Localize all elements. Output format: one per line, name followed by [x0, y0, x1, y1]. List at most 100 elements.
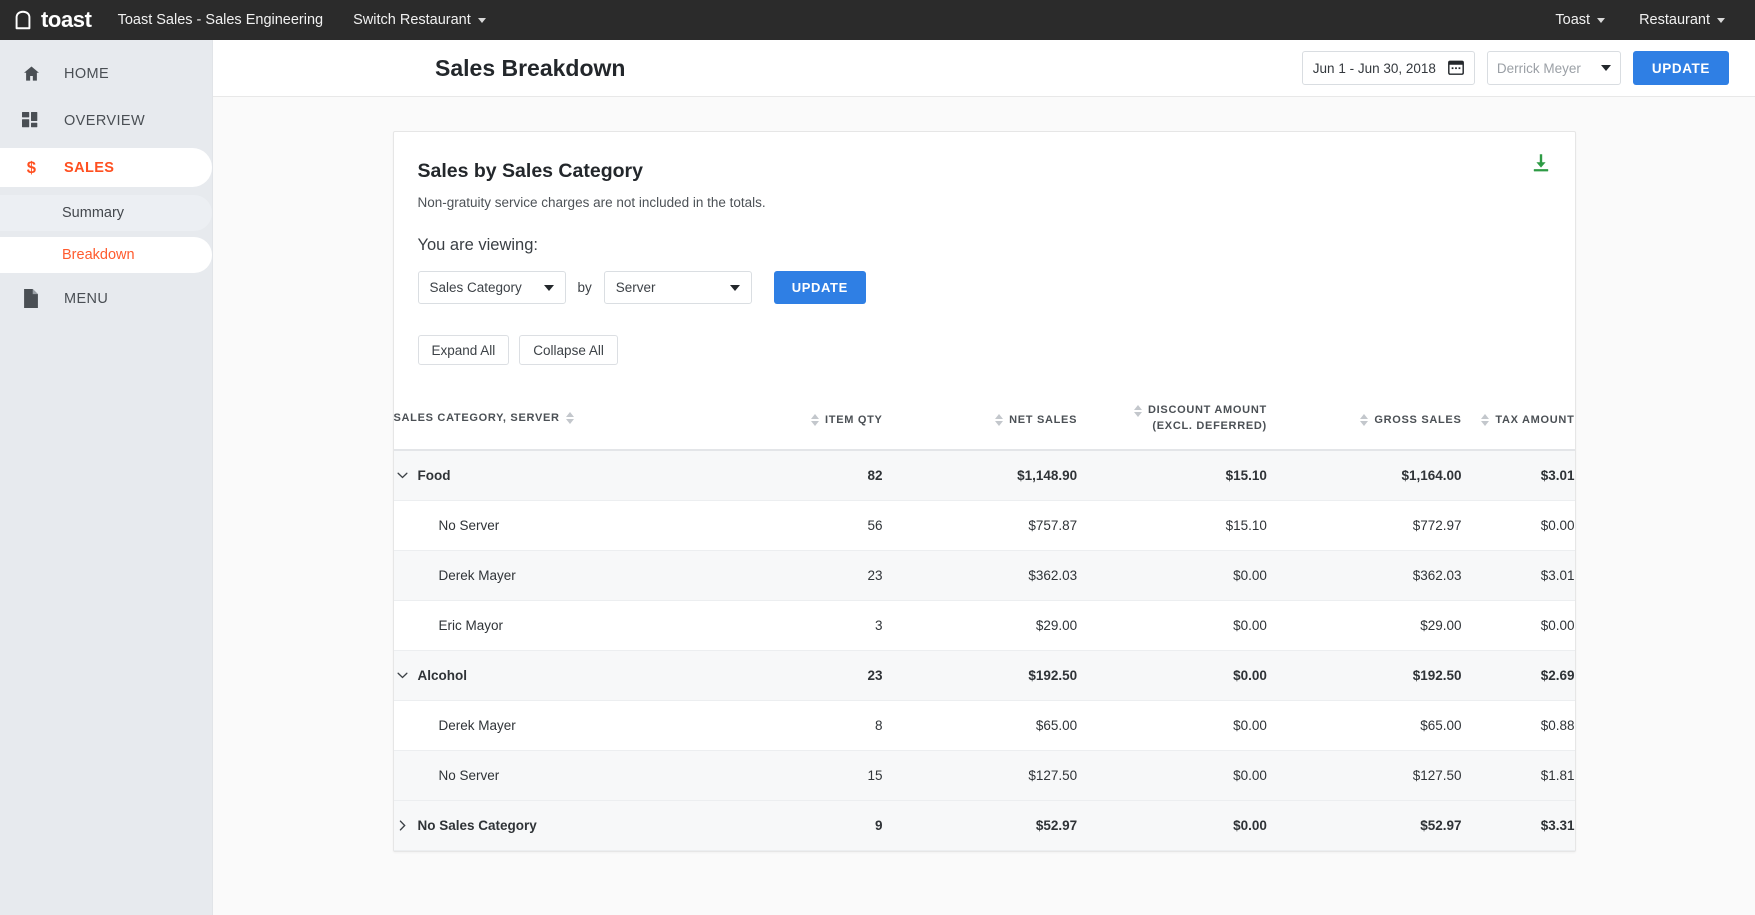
toast-logo[interactable]: toast: [12, 9, 92, 31]
cell-item-qty: 23: [693, 650, 883, 701]
top-navigation-bar: toast Toast Sales - Sales Engineering Sw…: [0, 0, 1755, 40]
sort-icon[interactable]: [1360, 413, 1369, 426]
table-group-row[interactable]: Food 82 $1,148.90 $15.10 $1,164.00 $3.01: [393, 449, 1575, 501]
restaurant-menu[interactable]: Restaurant: [1639, 12, 1725, 28]
cell-tax-amount: $3.01: [1461, 449, 1575, 501]
chevron-down-icon[interactable]: [394, 472, 412, 479]
cell-item-qty: 3: [693, 600, 883, 651]
sidebar-subitem-summary[interactable]: Summary: [0, 195, 212, 231]
cell-tax-amount: $0.88: [1461, 700, 1575, 751]
date-range-picker[interactable]: Jun 1 - Jun 30, 2018: [1301, 51, 1475, 85]
dimension-select[interactable]: Sales Category: [417, 271, 566, 304]
column-header-tax-amount[interactable]: TAX AMOUNT: [1461, 387, 1575, 451]
table-group-row[interactable]: No Sales Category 9 $52.97 $0.00 $52.97 $3.31: [393, 800, 1575, 851]
dollar-icon: $: [22, 158, 46, 177]
row-label: Derek Mayer: [438, 717, 516, 733]
cell-tax-amount: $1.81: [1461, 750, 1575, 801]
chevron-down-icon: [477, 17, 486, 23]
toast-bread-icon: [15, 10, 31, 30]
cell-category-server: Alcohol: [393, 650, 694, 701]
cell-discount-amount: $0.00: [1077, 650, 1267, 701]
collapse-all-button[interactable]: Collapse All: [519, 335, 618, 365]
chevron-down-icon[interactable]: [394, 672, 412, 679]
app-body: HOME OVERVIEW $ SALES Summary Breakdown …: [0, 40, 1755, 915]
sidebar-subitem-label: Breakdown: [62, 247, 135, 263]
cell-gross-sales: $127.50: [1266, 750, 1462, 801]
chevron-right-icon[interactable]: [394, 820, 412, 831]
cell-net-sales: $29.00: [882, 600, 1078, 651]
cell-tax-amount: $0.00: [1461, 500, 1575, 551]
sort-icon[interactable]: [1481, 413, 1490, 426]
cell-net-sales: $52.97: [882, 800, 1078, 851]
cell-gross-sales: $192.50: [1266, 650, 1462, 701]
viewing-label: You are viewing:: [417, 236, 538, 254]
sidebar-item-label: HOME: [64, 65, 110, 82]
sort-icon[interactable]: [565, 411, 574, 424]
expand-collapse-controls: Expand All Collapse All: [417, 335, 1551, 365]
cell-item-qty: 23: [693, 550, 883, 601]
sidebar-item-overview[interactable]: OVERVIEW: [0, 101, 212, 140]
update-button[interactable]: UPDATE: [1632, 51, 1729, 85]
column-header-sublabel: (EXCL. DEFERRED): [1152, 419, 1267, 432]
switch-restaurant-menu[interactable]: Switch Restaurant: [353, 12, 486, 28]
table-group-row[interactable]: Alcohol 23 $192.50 $0.00 $192.50 $2.69: [393, 650, 1575, 701]
card-update-button[interactable]: UPDATE: [773, 271, 866, 304]
row-label: Derek Mayer: [438, 567, 516, 583]
row-label: No Server: [438, 767, 500, 783]
sidebar-item-label: SALES: [64, 159, 115, 176]
cell-category-server: No Server: [393, 500, 694, 551]
sales-breakdown-table: SALES CATEGORY, SERVER ITEM QTY NET SALE…: [393, 387, 1575, 851]
cell-discount-amount: $0.00: [1077, 800, 1267, 851]
main-content: Sales Breakdown Jun 1 - Jun 30, 2018 Der…: [213, 40, 1755, 915]
table-row: No Server 56 $757.87 $15.10 $772.97 $0.00: [393, 500, 1575, 551]
server-filter-value: Derrick Meyer: [1496, 60, 1581, 76]
cell-gross-sales: $52.97: [1266, 800, 1462, 851]
column-header-label: ITEM QTY: [825, 413, 883, 426]
cell-category-server: Food: [393, 449, 694, 501]
cell-discount-amount: $0.00: [1077, 550, 1267, 601]
cell-tax-amount: $2.69: [1461, 650, 1575, 701]
sidebar-item-label: MENU: [64, 290, 109, 307]
content-scroll-area: Sales by Sales Category Non-gratuity ser…: [213, 97, 1755, 915]
cell-net-sales: $127.50: [882, 750, 1078, 801]
sidebar-item-home[interactable]: HOME: [0, 54, 212, 93]
column-header-category-server[interactable]: SALES CATEGORY, SERVER: [393, 387, 694, 451]
cell-gross-sales: $65.00: [1266, 700, 1462, 751]
server-filter-select[interactable]: Derrick Meyer: [1486, 51, 1621, 85]
download-icon[interactable]: [1531, 153, 1551, 173]
sidebar-subitem-breakdown[interactable]: Breakdown: [0, 237, 212, 273]
group-by-select-value: Server: [615, 280, 656, 295]
column-header-item-qty[interactable]: ITEM QTY: [693, 387, 883, 451]
chevron-down-icon: [1597, 17, 1606, 23]
cell-item-qty: 15: [693, 750, 883, 801]
column-header-net-sales[interactable]: NET SALES: [882, 387, 1078, 451]
page-header: Sales Breakdown Jun 1 - Jun 30, 2018 Der…: [213, 40, 1755, 97]
cell-gross-sales: $772.97: [1266, 500, 1462, 551]
group-by-select[interactable]: Server: [603, 271, 752, 304]
column-header-label: SALES CATEGORY, SERVER: [393, 411, 560, 424]
expand-all-button[interactable]: Expand All: [417, 335, 510, 365]
sort-icon[interactable]: [1134, 405, 1143, 417]
header-controls: Jun 1 - Jun 30, 2018 Derrick Meyer UPDAT…: [1301, 51, 1729, 85]
cell-tax-amount: $0.00: [1461, 600, 1575, 651]
page-title: Sales Breakdown: [435, 54, 626, 81]
home-icon: [22, 64, 46, 83]
card-title: Sales by Sales Category: [417, 160, 643, 182]
cell-tax-amount: $3.31: [1461, 800, 1575, 851]
column-header-discount-amount[interactable]: DISCOUNT AMOUNT (EXCL. DEFERRED): [1077, 387, 1267, 451]
cell-category-server: Derek Mayer: [393, 550, 694, 601]
column-header-gross-sales[interactable]: GROSS SALES: [1266, 387, 1462, 451]
sidebar-item-sales[interactable]: $ SALES: [0, 148, 212, 187]
account-menu[interactable]: Toast: [1555, 12, 1606, 28]
cell-category-server: Eric Mayor: [393, 600, 694, 651]
table-row: No Server 15 $127.50 $0.00 $127.50 $1.81: [393, 750, 1575, 801]
sidebar-item-menu[interactable]: MENU: [0, 279, 212, 318]
sort-icon[interactable]: [995, 413, 1004, 426]
column-header-label: TAX AMOUNT: [1495, 413, 1575, 426]
sidebar-subitem-label: Summary: [62, 205, 125, 221]
chevron-down-icon: [543, 284, 554, 291]
switch-restaurant-label: Switch Restaurant: [353, 12, 471, 28]
sort-icon[interactable]: [811, 413, 820, 426]
filter-controls: Sales Category by Server UPDATE: [417, 271, 1551, 304]
sidebar-navigation: HOME OVERVIEW $ SALES Summary Breakdown …: [0, 40, 213, 915]
